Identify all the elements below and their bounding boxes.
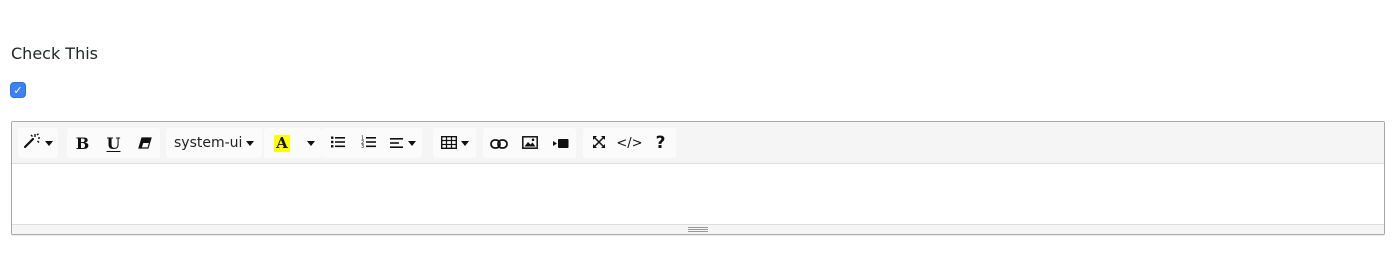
link-button[interactable] — [483, 128, 514, 158]
color-dropdown-button[interactable] — [300, 128, 322, 158]
video-button[interactable] — [545, 128, 576, 158]
highlight-icon: A — [274, 133, 290, 152]
fullscreen-button[interactable] — [583, 128, 614, 158]
clear-format-button[interactable] — [129, 128, 160, 158]
resize-grip-icon[interactable] — [688, 227, 708, 232]
font-name-group: system-ui — [166, 128, 263, 158]
codeview-button[interactable]: </> — [614, 128, 645, 158]
unordered-list-button[interactable] — [322, 128, 353, 158]
page: Check This ✓ B U system-ui A 1 2 3 </> ? — [0, 0, 1400, 262]
bulleted-list-icon — [330, 134, 346, 153]
ordered-list-button[interactable]: 1 2 3 — [353, 128, 384, 158]
color-group: A — [264, 128, 322, 158]
chevron-down-icon — [45, 140, 53, 146]
rich-text-editor: B U system-ui A 1 2 3 </> ? — [11, 121, 1385, 235]
chevron-down-icon — [408, 140, 416, 146]
view-group: </> ? — [583, 128, 676, 158]
code-icon: </> — [616, 135, 643, 151]
editor-toolbar: B U system-ui A 1 2 3 </> ? — [12, 122, 1384, 164]
paragraph-group: 1 2 3 — [322, 128, 422, 158]
style-dropdown-button[interactable] — [18, 128, 58, 158]
insert-group — [483, 128, 576, 158]
table-group — [433, 128, 476, 158]
image-icon — [521, 134, 538, 153]
table-icon — [440, 134, 457, 153]
eraser-icon — [137, 134, 152, 153]
editor-content-area[interactable] — [12, 164, 1384, 225]
fullscreen-icon — [592, 134, 606, 153]
font-style-group: B U — [67, 128, 160, 158]
bold-icon: B — [75, 133, 90, 153]
help-icon: ? — [655, 133, 666, 153]
help-button[interactable]: ? — [645, 128, 676, 158]
style-group — [18, 128, 58, 158]
align-dropdown-button[interactable] — [384, 128, 422, 158]
picture-button[interactable] — [514, 128, 545, 158]
bold-button[interactable]: B — [67, 128, 98, 158]
align-left-icon — [390, 134, 404, 153]
underline-button[interactable]: U — [98, 128, 129, 158]
editor-resize-bar[interactable] — [12, 224, 1384, 234]
checkmark-icon: ✓ — [13, 83, 23, 97]
font-name-dropdown[interactable]: system-ui — [166, 128, 262, 158]
highlight-color-button[interactable]: A — [264, 128, 300, 158]
font-name-value: system-ui — [174, 135, 243, 151]
svg-text:3: 3 — [361, 144, 364, 149]
underline-icon: U — [106, 133, 121, 153]
video-icon — [552, 134, 569, 153]
link-icon — [489, 134, 508, 153]
field-label: Check This — [11, 44, 98, 63]
magic-wand-icon — [23, 133, 41, 153]
chevron-down-icon — [460, 140, 469, 146]
table-dropdown-button[interactable] — [433, 128, 476, 158]
check-this-checkbox[interactable]: ✓ — [10, 82, 26, 98]
chevron-down-icon — [246, 140, 255, 146]
chevron-down-icon — [307, 140, 315, 146]
numbered-list-icon: 1 2 3 — [361, 134, 377, 153]
